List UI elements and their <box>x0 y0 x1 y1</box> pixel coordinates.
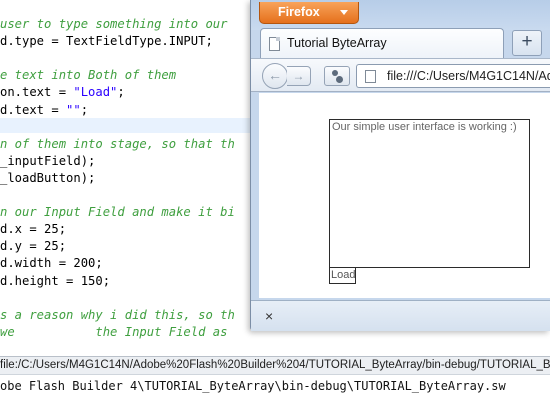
code-line: n our Input Field and make it bi <box>0 204 235 221</box>
string-literal: "Load" <box>73 85 118 100</box>
back-button[interactable]: ← <box>262 63 288 89</box>
code-text: we the Input Field as <box>0 324 228 339</box>
code-text: d.x = 25; <box>0 222 67 237</box>
code-line: d.type = TextFieldType.INPUT; <box>0 33 213 50</box>
code-text: _inputField); <box>0 153 96 168</box>
code-line: s a reason why i did this, so th <box>0 307 235 324</box>
chevron-down-icon <box>340 10 348 15</box>
firefox-menu-label: Firefox <box>278 5 320 19</box>
forward-button[interactable]: → <box>287 66 311 86</box>
addon-icon-dot <box>336 76 343 83</box>
code-text: s a reason why i did this, so th <box>0 307 235 322</box>
console-path: obe Flash Builder 4\TUTORIAL_ByteArray\b… <box>0 379 506 393</box>
code-text: ; <box>117 85 125 100</box>
find-bar: × <box>251 300 550 331</box>
code-text: user to type something into our <box>0 17 228 31</box>
code-text: e text into Both of them <box>0 68 177 83</box>
page-icon <box>365 70 376 83</box>
code-line: n of them into stage, so that th <box>0 136 235 153</box>
url-text: file:///C:/Users/M4G1C14N/Ad <box>387 69 550 83</box>
addon-icon <box>332 70 338 76</box>
load-button[interactable]: Load <box>329 267 356 284</box>
url-bar[interactable]: file:///C:/Users/M4G1C14N/Ad <box>356 64 550 88</box>
code-text: d.y = 25; <box>0 239 67 254</box>
code-line: d.x = 25; <box>0 221 66 238</box>
new-tab-button[interactable]: + <box>512 30 542 56</box>
code-line: on.text = "Load"; <box>0 84 125 101</box>
code-line: d.y = 25; <box>0 238 66 255</box>
forward-arrow-icon: → <box>292 69 305 83</box>
code-line: e text into Both of them <box>0 67 176 84</box>
flash-input-field[interactable]: Our simple user interface is working :) <box>329 119 530 268</box>
close-icon[interactable]: × <box>265 308 273 324</box>
code-text: _loadButton); <box>0 170 96 185</box>
code-text: d.type = TextFieldType.INPUT; <box>0 34 213 49</box>
code-line: d.height = 150; <box>0 273 110 290</box>
console-path-bar: obe Flash Builder 4\TUTORIAL_ByteArray\b… <box>0 374 550 400</box>
navigation-toolbar: ← → file:///C:/Users/M4G1C14N/Ad <box>251 58 550 92</box>
code-line: user to type something into our <box>0 16 227 33</box>
firefox-window: Firefox Tutorial ByteArray + ← → file://… <box>250 0 550 331</box>
code-line: we the Input Field as <box>0 324 227 341</box>
string-literal: "" <box>66 102 81 117</box>
code-text: n of them into stage, so that th <box>0 136 235 151</box>
code-text: d.width = 200; <box>0 256 103 271</box>
code-line: d.width = 200; <box>0 255 103 272</box>
code-text: on.text = <box>0 85 74 100</box>
code-text: d.height = 150; <box>0 273 111 288</box>
code-line: d.text = ""; <box>0 102 88 119</box>
code-text: d.text = <box>0 102 67 117</box>
code-line: _loadButton); <box>0 170 95 187</box>
status-bar: file:/C:/Users/M4G1C14N/Adobe%20Flash%20… <box>0 356 550 374</box>
code-text: n our Input Field and make it bi <box>0 205 235 220</box>
code-text: ; <box>80 102 89 117</box>
firefox-menu-button[interactable]: Firefox <box>259 2 359 24</box>
tab-title: Tutorial ByteArray <box>287 36 387 50</box>
page-content: Our simple user interface is working :) … <box>259 93 550 298</box>
back-arrow-icon: ← <box>268 67 282 83</box>
code-line: _inputField); <box>0 153 95 170</box>
browser-tab[interactable]: Tutorial ByteArray <box>260 28 504 58</box>
page-icon <box>269 37 280 51</box>
input-field-text: Our simple user interface is working :) <box>332 121 517 133</box>
addon-button[interactable] <box>324 66 350 86</box>
status-bar-path: file:/C:/Users/M4G1C14N/Adobe%20Flash%20… <box>0 359 550 371</box>
